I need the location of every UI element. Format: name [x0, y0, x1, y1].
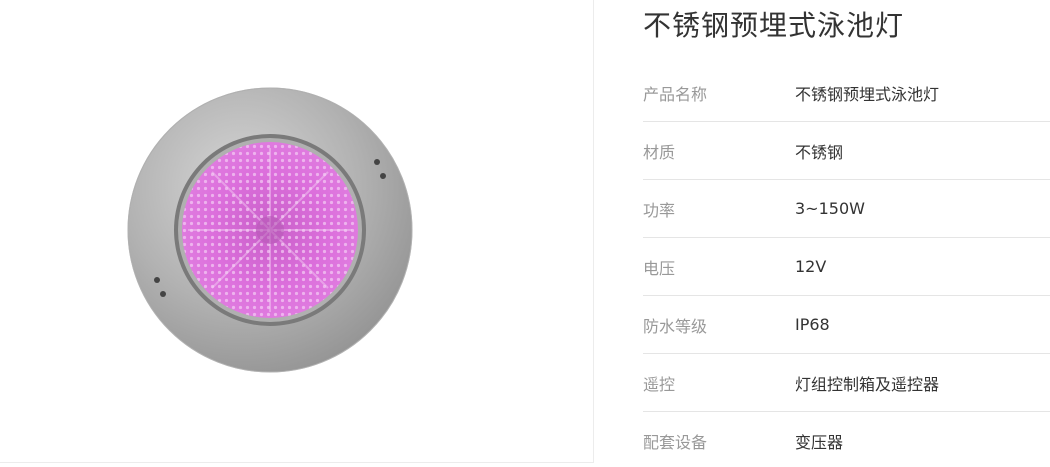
product-image-panel	[0, 0, 594, 463]
spec-label: 功率	[643, 200, 676, 220]
spec-value: 12V	[795, 257, 827, 276]
product-detail-page: 不锈钢预埋式泳池灯 产品名称 不锈钢预埋式泳池灯 材质 不锈钢 功率 3~150…	[0, 0, 1050, 467]
product-title: 不锈钢预埋式泳池灯	[643, 9, 905, 42]
spec-label: 防水等级	[643, 316, 708, 336]
spec-row-material: 材质 不锈钢	[643, 122, 1050, 180]
spec-row-power: 功率 3~150W	[643, 180, 1050, 238]
spec-label: 产品名称	[643, 84, 708, 104]
product-info-panel: 不锈钢预埋式泳池灯 产品名称 不锈钢预埋式泳池灯 材质 不锈钢 功率 3~150…	[643, 0, 1050, 467]
spec-row-product-name: 产品名称 不锈钢预埋式泳池灯	[643, 64, 1050, 122]
spec-row-voltage: 电压 12V	[643, 238, 1050, 296]
pool-light-image	[127, 87, 413, 373]
spec-row-waterproof-rating: 防水等级 IP68	[643, 296, 1050, 354]
spec-label: 电压	[643, 258, 676, 278]
spec-row-remote-control: 遥控 灯组控制箱及遥控器	[643, 354, 1050, 412]
spec-value: 不锈钢预埋式泳池灯	[795, 84, 940, 104]
spec-value: 变压器	[795, 432, 844, 452]
spec-list: 产品名称 不锈钢预埋式泳池灯 材质 不锈钢 功率 3~150W 电压 12V 防…	[643, 64, 1050, 467]
spec-row-accessories: 配套设备 变压器	[643, 412, 1050, 467]
spec-value: IP68	[795, 315, 830, 334]
spec-value: 不锈钢	[795, 142, 844, 162]
spec-label: 遥控	[643, 374, 676, 394]
spec-value: 3~150W	[795, 199, 865, 218]
spec-label: 配套设备	[643, 432, 708, 452]
spec-label: 材质	[643, 142, 676, 162]
spec-value: 灯组控制箱及遥控器	[795, 374, 940, 394]
